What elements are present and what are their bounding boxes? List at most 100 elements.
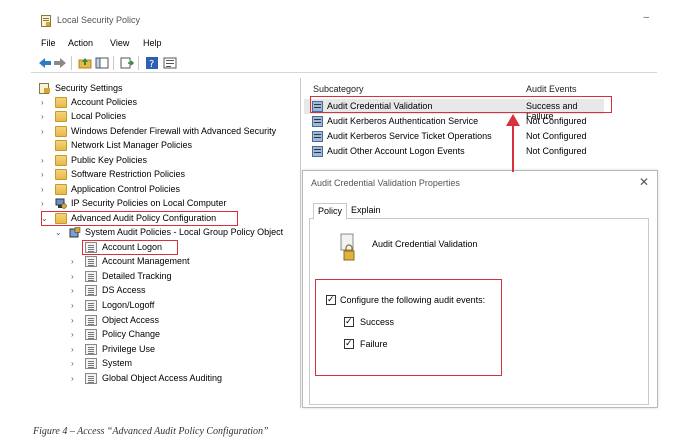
tab-explain[interactable]: Explain	[347, 203, 385, 219]
audit-policy-icon	[312, 146, 323, 157]
tree-label: System	[102, 358, 133, 368]
tree-item-public-key-policies[interactable]: › Public Key Policies	[39, 154, 289, 168]
column-header-subcategory[interactable]: Subcategory	[313, 84, 364, 94]
audit-events-cell: Not Configured	[526, 131, 587, 141]
subcategory-cell: Audit Other Account Logon Events	[327, 146, 465, 156]
forward-arrow-icon[interactable]	[53, 56, 67, 70]
security-settings-icon	[39, 83, 50, 94]
tree-item-account-policies[interactable]: › Account Policies	[39, 96, 289, 110]
chevron-right-icon[interactable]: ›	[71, 330, 79, 339]
folder-icon	[55, 111, 67, 122]
security-policy-app-icon	[41, 15, 51, 27]
tree-item-logon-logoff[interactable]: › Logon/Logoff	[69, 299, 229, 313]
folder-icon	[55, 184, 67, 195]
tree-item-windows-defender-firewall[interactable]: › Windows Defender Firewall with Advance…	[39, 125, 299, 139]
menu-help[interactable]: Help	[143, 38, 162, 48]
tree-item-software-restriction[interactable]: › Software Restriction Policies	[39, 168, 289, 182]
audit-events-cell: Not Configured	[526, 116, 587, 126]
toolbar-separator	[71, 56, 72, 70]
tree-item-global-object-access[interactable]: › Global Object Access Auditing	[69, 372, 269, 386]
folder-icon	[55, 169, 67, 180]
properties-icon[interactable]	[163, 56, 177, 70]
minimize-button[interactable]: –	[643, 12, 649, 23]
tree-label: Global Object Access Auditing	[102, 373, 223, 383]
ip-security-icon	[55, 198, 67, 209]
back-arrow-icon[interactable]	[38, 56, 52, 70]
audit-policy-icon	[312, 131, 323, 142]
dialog-tabs: Policy Explain	[309, 201, 649, 220]
tree-item-ip-security[interactable]: › IP Security Policies on Local Computer	[39, 197, 289, 211]
chevron-down-icon[interactable]: ⌄	[55, 228, 63, 237]
menu-file[interactable]: File	[41, 38, 56, 48]
export-list-icon[interactable]	[120, 56, 134, 70]
chevron-right-icon[interactable]: ›	[71, 345, 79, 354]
chevron-right-icon[interactable]: ›	[71, 316, 79, 325]
chevron-right-icon[interactable]: ›	[41, 156, 49, 165]
red-arrow-head	[506, 114, 520, 126]
tree-label: Account Policies	[71, 97, 138, 107]
chevron-right-icon[interactable]: ›	[71, 374, 79, 383]
tree-label: System Audit Policies - Local Group Poli…	[85, 227, 284, 237]
tree-label: Software Restriction Policies	[71, 169, 186, 179]
menu-bar: File Action View Help	[31, 36, 657, 52]
list-row-audit-kerberos-authentication[interactable]: Audit Kerberos Authentication Service No…	[304, 114, 604, 129]
window-title: Local Security Policy	[57, 15, 141, 25]
tree-item-policy-change[interactable]: › Policy Change	[69, 328, 229, 342]
subcategory-cell: Audit Kerberos Authentication Service	[327, 116, 479, 126]
policy-page-icon	[85, 344, 97, 355]
audit-events-cell: Not Configured	[526, 146, 587, 156]
chevron-right-icon[interactable]: ›	[41, 112, 49, 121]
tree-label: Logon/Logoff	[102, 300, 155, 310]
tree-item-ds-access[interactable]: › DS Access	[69, 284, 229, 298]
chevron-right-icon[interactable]: ›	[71, 257, 79, 266]
list-row-audit-other-account-logon[interactable]: Audit Other Account Logon Events Not Con…	[304, 144, 604, 159]
list-row-audit-kerberos-service-ticket[interactable]: Audit Kerberos Service Ticket Operations…	[304, 129, 604, 144]
tree-item-detailed-tracking[interactable]: › Detailed Tracking	[69, 270, 229, 284]
chevron-right-icon[interactable]: ›	[41, 185, 49, 194]
folder-icon	[55, 97, 67, 108]
tree-label: Detailed Tracking	[102, 271, 172, 281]
tree-item-system[interactable]: › System	[69, 357, 229, 371]
tree-root-security-settings[interactable]: Security Settings	[39, 82, 289, 96]
policy-page-icon	[85, 300, 97, 311]
chevron-right-icon[interactable]: ›	[41, 127, 49, 136]
show-hide-tree-icon[interactable]	[95, 56, 109, 70]
tree-label: Security Settings	[55, 83, 123, 93]
folder-icon	[55, 126, 67, 137]
toolbar-separator	[138, 56, 139, 70]
tree-label: Windows Defender Firewall with Advanced …	[71, 126, 277, 136]
chevron-right-icon[interactable]: ›	[71, 359, 79, 368]
chevron-right-icon[interactable]: ›	[41, 199, 49, 208]
menu-view[interactable]: View	[110, 38, 129, 48]
chevron-right-icon[interactable]: ›	[71, 272, 79, 281]
up-folder-icon[interactable]	[78, 56, 92, 70]
policy-page-icon	[85, 315, 97, 326]
chevron-right-icon[interactable]: ›	[41, 170, 49, 179]
tree-item-system-audit-policies[interactable]: ⌄ System Audit Policies - Local Group Po…	[53, 226, 301, 240]
highlight-advanced-audit-policy	[41, 211, 238, 226]
tree-label: DS Access	[102, 285, 146, 295]
tree-item-object-access[interactable]: › Object Access	[69, 314, 229, 328]
help-icon[interactable]: ?	[145, 56, 159, 70]
tree-label: Network List Manager Policies	[71, 140, 193, 150]
tab-policy[interactable]: Policy	[313, 203, 348, 220]
tree-item-privilege-use[interactable]: › Privilege Use	[69, 343, 229, 357]
highlight-audit-event-options	[315, 279, 502, 376]
tree-item-account-management[interactable]: › Account Management	[69, 255, 229, 269]
toolbar: ?	[31, 53, 657, 73]
tree-item-application-control[interactable]: › Application Control Policies	[39, 183, 289, 197]
red-arrow-shaft	[512, 124, 514, 172]
close-icon[interactable]: ✕	[639, 175, 649, 189]
chevron-right-icon[interactable]: ›	[71, 301, 79, 310]
tree-item-network-list-manager[interactable]: Network List Manager Policies	[39, 139, 289, 153]
tree-item-local-policies[interactable]: › Local Policies	[39, 110, 289, 124]
chevron-right-icon[interactable]: ›	[41, 98, 49, 107]
figure-caption: Figure 4 – Access “Advanced Audit Policy…	[33, 426, 269, 437]
column-header-audit-events[interactable]: Audit Events	[526, 84, 577, 94]
menu-action[interactable]: Action	[68, 38, 93, 48]
subcategory-list: Subcategory Audit Events Audit Credentia…	[303, 78, 657, 178]
folder-icon	[55, 155, 67, 166]
policy-page-icon	[85, 256, 97, 267]
policy-page-icon	[85, 373, 97, 384]
chevron-right-icon[interactable]: ›	[71, 286, 79, 295]
